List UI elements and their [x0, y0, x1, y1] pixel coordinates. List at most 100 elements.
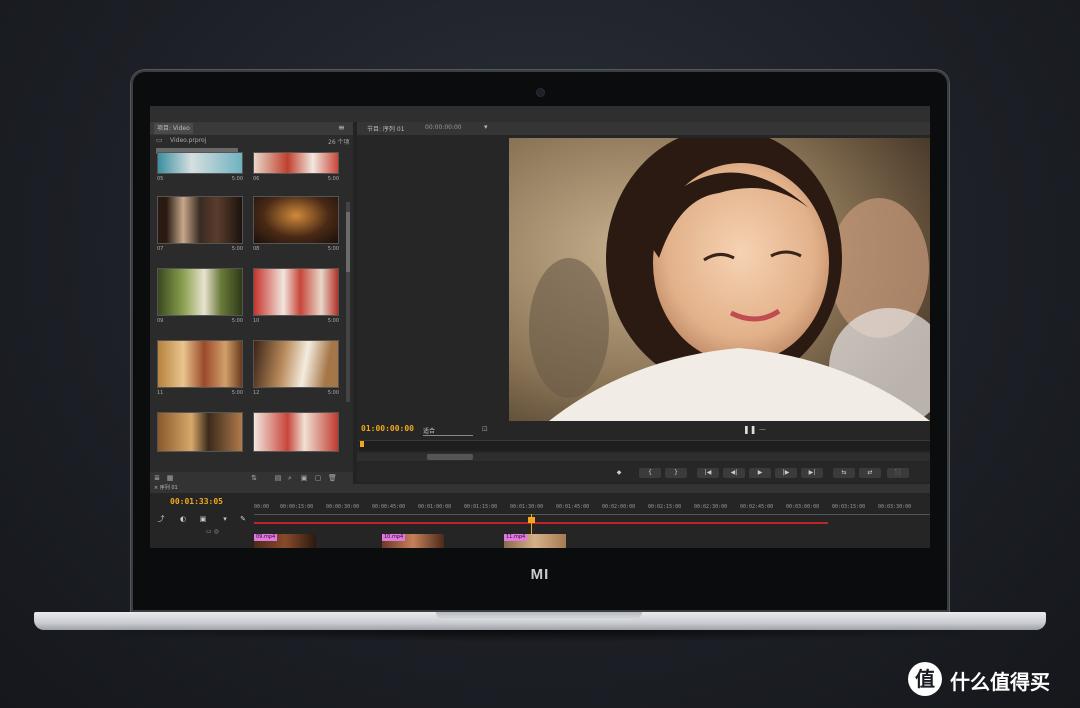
tab-timecode: 00:00:00:00	[425, 124, 462, 131]
clip-duration: 5:00	[231, 176, 243, 182]
mark-out-button[interactable]: }	[665, 468, 687, 478]
export-frame-button[interactable]: ⬛	[887, 468, 909, 478]
clip-duration: 5:00	[231, 246, 243, 252]
project-file-name: Video.prproj	[170, 137, 207, 144]
watermark-text: 什么值得买	[950, 670, 1050, 694]
panel-menu-icon[interactable]: ≡	[338, 123, 345, 132]
project-toolbar: ≣ ▦ ⇅ ▤ ⌕ ▣ ▢ 🗑	[150, 472, 353, 484]
step-forward-button[interactable]: |▶	[775, 468, 797, 478]
media-thumbnail[interactable]: 07 5:00	[157, 196, 243, 254]
ruler-tick-label: 00:02:15:00	[648, 504, 682, 510]
brand-logo: MI	[530, 566, 550, 583]
dash-indicator: —	[759, 425, 766, 433]
media-thumbnail[interactable]: 12 5:00	[253, 340, 339, 398]
ruler-tick-label: 00:00:30:00	[326, 504, 360, 510]
folder-icon: ▭	[156, 136, 163, 144]
automate-icon[interactable]: ▤	[274, 474, 282, 482]
clip-name: 08	[253, 246, 260, 252]
watermark-icon: 值	[908, 662, 942, 696]
monitor-time-ruler[interactable]	[359, 440, 930, 451]
pause-icon[interactable]: ❚❚	[743, 425, 756, 434]
track-header-icons[interactable]: ▭ ◎	[206, 528, 219, 535]
laptop-shadow	[60, 630, 1020, 642]
zoom-scrollbar-handle[interactable]	[427, 454, 473, 460]
project-scrollbar[interactable]	[346, 202, 350, 402]
snap-icon[interactable]: ◐	[178, 514, 188, 524]
project-panel: 项目: Video ≡ ▭ Video.prproj 26 个项 05 5:00 …	[150, 122, 353, 484]
media-thumbnail[interactable]: 08 5:00	[253, 196, 339, 254]
tab-sequence[interactable]: × 序列 01	[154, 484, 178, 493]
go-to-in-button[interactable]: |◀	[697, 468, 719, 478]
play-button[interactable]: ▶	[749, 468, 771, 478]
clip-duration: 5:00	[231, 390, 243, 396]
media-thumbnail[interactable]: 06 5:00	[253, 152, 339, 184]
timeline-clip[interactable]: 10.mp4	[382, 534, 444, 548]
ruler-tick-label: 00:00	[254, 504, 270, 510]
media-thumbnail[interactable]: 11 5:00	[157, 340, 243, 398]
ruler-tick-label: 00:03:30:00	[878, 504, 912, 510]
ripple-edit-icon[interactable]: ⤴	[156, 514, 166, 524]
clip-duration: 5:00	[327, 176, 339, 182]
timeline-ruler[interactable]: 00:00 00:00:15:00 00:00:30:00 00:00:45:0…	[254, 504, 930, 522]
settings-icon[interactable]: ⊡	[482, 425, 488, 433]
sort-icon[interactable]: ⇅	[250, 474, 258, 482]
tab-project[interactable]: 项目: Video	[154, 123, 193, 134]
linked-selection-icon[interactable]: ▣	[198, 514, 208, 524]
clip-name: 05	[157, 176, 164, 182]
video-frame-image	[509, 138, 930, 421]
icon-view-icon[interactable]: ▦	[166, 474, 174, 482]
clip-label: 09.mp4	[254, 534, 278, 541]
clip-name: 07	[157, 246, 164, 252]
trash-icon[interactable]: 🗑	[328, 474, 337, 482]
timeline-tab-strip: × 序列 01	[150, 484, 930, 493]
timeline-clip[interactable]: 11.mp4	[504, 534, 566, 548]
add-marker-button[interactable]: ◆	[612, 468, 626, 478]
webcam	[536, 88, 545, 97]
monitor-playhead[interactable]	[360, 441, 364, 447]
zoom-fit-select[interactable]: 适合	[423, 426, 473, 436]
ruler-line	[254, 514, 930, 515]
ruler-tick-label: 00:03:15:00	[832, 504, 866, 510]
new-bin-icon[interactable]: ▣	[300, 474, 308, 482]
timeline-playhead[interactable]	[528, 517, 535, 523]
ruler-tick-label: 00:02:00:00	[602, 504, 636, 510]
clip-name: 09	[157, 318, 164, 324]
find-icon[interactable]: ⌕	[286, 474, 294, 482]
chevron-down-icon[interactable]: ▾	[484, 123, 488, 131]
new-item-icon[interactable]: ▢	[314, 474, 322, 482]
media-thumbnail[interactable]: 10 5:00	[253, 268, 339, 326]
clip-duration: 5:00	[231, 318, 243, 324]
mark-in-button[interactable]: {	[639, 468, 661, 478]
work-area-bar[interactable]	[254, 522, 828, 524]
scrollbar-handle[interactable]	[346, 212, 350, 272]
ruler-tick-label: 00:02:45:00	[740, 504, 774, 510]
clip-duration: 5:00	[327, 318, 339, 324]
clip-duration: 5:00	[327, 246, 339, 252]
extract-button[interactable]: ⇄	[859, 468, 881, 478]
step-back-button[interactable]: ◀|	[723, 468, 745, 478]
clip-label: 11.mp4	[504, 534, 528, 541]
media-thumbnail[interactable]: 05 5:00	[157, 152, 243, 184]
timeline-timecode[interactable]: 00:01:33:05	[170, 497, 223, 506]
transport-controls: ◆ { } |◀ ◀| ▶ |▶ ▶| ⇆ ⇄ ⬛	[357, 464, 930, 482]
timeline-clip[interactable]: 09.mp4	[254, 534, 316, 548]
program-timecode[interactable]: 01:00:00:00	[361, 424, 414, 433]
program-monitor: 节目: 序列 01 00:00:00:00 ▾ 01:00:00:00 适合 ⊡…	[357, 122, 930, 482]
menu-bar	[150, 106, 930, 122]
project-tab-strip: 项目: Video ≡	[150, 122, 353, 135]
wrench-icon[interactable]: ✎	[238, 514, 248, 524]
media-thumbnail[interactable]	[253, 412, 339, 452]
add-marker-icon[interactable]: ▾	[220, 514, 230, 524]
clip-label: 10.mp4	[382, 534, 406, 541]
lift-button[interactable]: ⇆	[833, 468, 855, 478]
ruler-tick-label: 00:01:15:00	[464, 504, 498, 510]
video-frame	[509, 138, 930, 421]
list-view-icon[interactable]: ≣	[153, 474, 161, 482]
media-thumbnail[interactable]: 09 5:00	[157, 268, 243, 326]
media-thumbnail[interactable]	[157, 412, 243, 452]
ruler-tick-label: 00:01:45:00	[556, 504, 590, 510]
clip-duration: 5:00	[327, 390, 339, 396]
ruler-tick-label: 00:01:00:00	[418, 504, 452, 510]
go-to-out-button[interactable]: ▶|	[801, 468, 823, 478]
tab-program-monitor[interactable]: 节目: 序列 01	[367, 124, 404, 133]
